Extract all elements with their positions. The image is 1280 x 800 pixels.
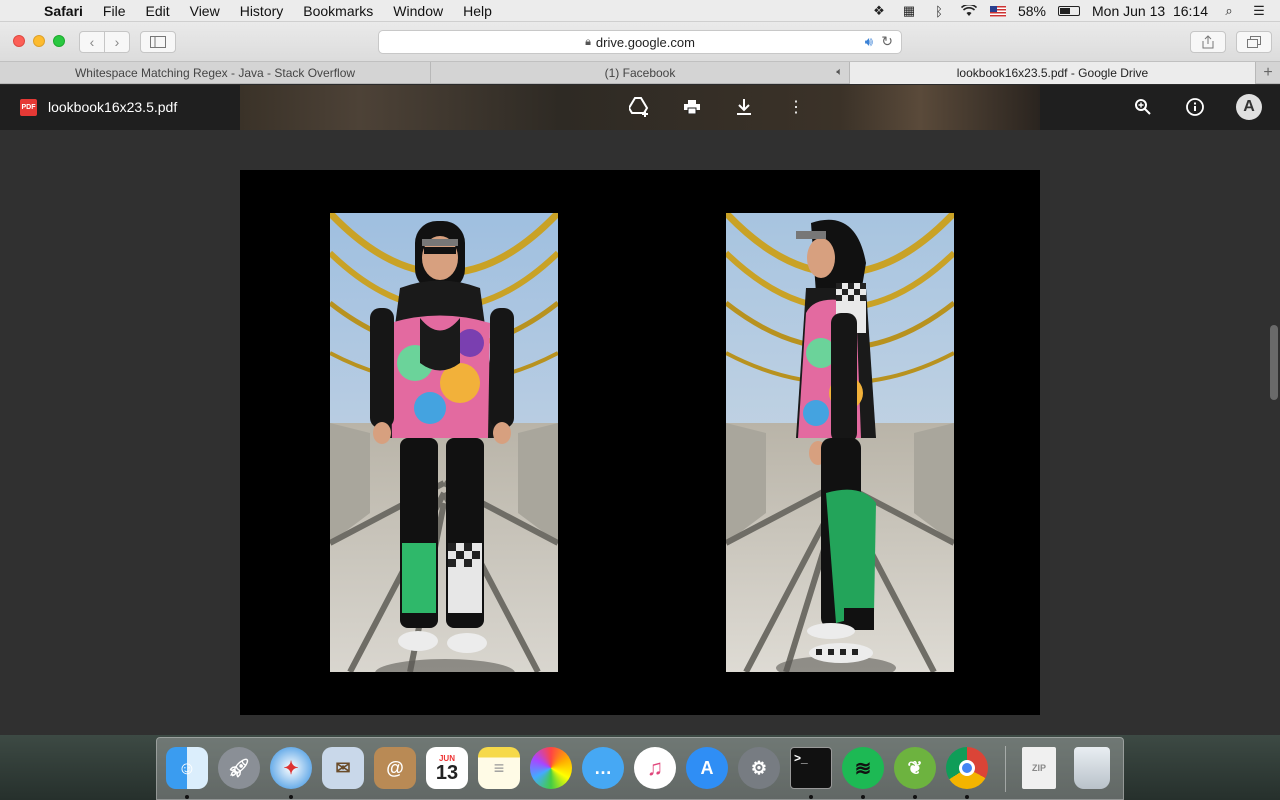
info-icon[interactable] (1183, 95, 1207, 119)
clock[interactable]: Mon Jun 13 16:14 (1092, 3, 1208, 19)
share-button[interactable] (1190, 31, 1226, 53)
menu-view[interactable]: View (180, 3, 230, 19)
sidebar-icon (150, 36, 166, 48)
system-preferences-icon[interactable]: ⚙ (738, 747, 780, 789)
dock-separator (1005, 746, 1006, 792)
address-bar[interactable]: 🔒︎ drive.google.com 🔊︎ ↻ (378, 30, 902, 54)
print-icon[interactable] (680, 95, 704, 119)
running-indicator (965, 795, 969, 799)
safari-icon[interactable]: ✦ (270, 747, 312, 789)
file-name: lookbook16x23.5.pdf (48, 99, 178, 115)
running-indicator (185, 795, 189, 799)
dropbox-icon[interactable]: ❖ (870, 3, 888, 19)
tab-title: lookbook16x23.5.pdf - Google Drive (956, 66, 1149, 80)
tab-stackoverflow[interactable]: Whitespace Matching Regex - Java - Stack… (0, 62, 431, 84)
chrome-icon[interactable] (946, 747, 988, 789)
battery-level (1060, 8, 1071, 14)
menu-bar: Safari File Edit View History Bookmarks … (0, 0, 1280, 22)
contacts-icon[interactable]: @ (374, 747, 416, 789)
notification-center-icon[interactable]: ☰ (1250, 3, 1268, 19)
tab-overview-button[interactable] (1236, 31, 1272, 53)
sidebar-toggle-button[interactable] (140, 31, 176, 53)
more-vert-icon[interactable]: ⋮ (784, 95, 808, 119)
tab-bar: Whitespace Matching Regex - Java - Stack… (0, 62, 1280, 84)
itunes-icon[interactable]: ♫ (634, 747, 676, 789)
browser-toolbar: ‹ › 🔒︎ drive.google.com 🔊︎ ↻ (0, 22, 1280, 62)
zip-archive-icon[interactable]: ZIP (1022, 747, 1056, 789)
chrome-center (959, 760, 975, 776)
pdf-viewer-canvas[interactable] (0, 130, 1280, 735)
notes-icon[interactable]: ≡ (478, 747, 520, 789)
account-avatar[interactable]: A (1236, 94, 1262, 120)
spotify-icon[interactable]: ≋ (842, 747, 884, 789)
running-indicator (861, 795, 865, 799)
messages-icon[interactable]: … (582, 747, 624, 789)
zoom-in-icon[interactable] (1131, 95, 1155, 119)
tab-title: Whitespace Matching Regex - Java - Stack… (74, 66, 356, 80)
battery-icon[interactable] (1058, 6, 1081, 16)
tab-title: (1) Facebook (604, 66, 676, 80)
menu-history[interactable]: History (230, 3, 294, 19)
reload-icon[interactable]: ↻ (881, 33, 893, 50)
calendar-day: 13 (435, 761, 459, 784)
spotlight-search-icon[interactable]: ⌕ (1220, 3, 1238, 19)
new-tab-button[interactable]: + (1256, 62, 1280, 83)
bluetooth-icon[interactable]: ᛒ (930, 3, 948, 19)
wifi-icon[interactable] (960, 3, 978, 19)
spring-tool-suite-icon[interactable]: ❦ (894, 747, 936, 789)
launchpad-icon[interactable]: 🚀︎ (218, 747, 260, 789)
drive-viewer-header: PDF lookbook16x23.5.pdf ⋮ (0, 85, 1280, 130)
mail-icon[interactable]: ✉ (322, 747, 364, 789)
tab-audio-icon[interactable]: 🔈︎ (836, 66, 843, 79)
pdf-file-icon: PDF (20, 99, 37, 116)
window-minimize-button[interactable] (33, 35, 45, 47)
running-indicator (913, 795, 917, 799)
menu-bookmarks[interactable]: Bookmarks (293, 3, 383, 19)
running-indicator (809, 795, 813, 799)
vertical-scrollbar[interactable] (1270, 325, 1278, 400)
lookbook-photo-front (330, 213, 558, 672)
lookbook-photo-side (726, 213, 954, 672)
window-close-button[interactable] (13, 35, 25, 47)
menu-file[interactable]: File (93, 3, 136, 19)
terminal-icon[interactable]: >_ (790, 747, 832, 789)
keyboard-icon[interactable]: ▦ (900, 3, 918, 19)
lock-icon: 🔒︎ (585, 35, 591, 48)
battery-percent[interactable]: 58% (1018, 3, 1046, 19)
audio-playing-icon[interactable]: 🔊︎ (865, 34, 873, 50)
menu-edit[interactable]: Edit (135, 3, 179, 19)
download-icon[interactable] (732, 95, 756, 119)
finder-icon[interactable]: ☺ (166, 747, 208, 789)
trash-icon[interactable] (1074, 747, 1110, 789)
window-zoom-button[interactable] (53, 35, 65, 47)
input-source-flag-icon[interactable] (989, 5, 1006, 17)
tabs-icon (1247, 36, 1261, 48)
add-to-drive-icon[interactable] (628, 95, 652, 119)
calendar-icon[interactable]: JUN 13 (426, 747, 468, 789)
address-url: drive.google.com (595, 34, 695, 50)
tab-facebook[interactable]: (1) Facebook 🔈︎ (431, 62, 850, 84)
pdf-page (240, 170, 1040, 715)
forward-button[interactable]: › (104, 31, 130, 53)
menu-help[interactable]: Help (453, 3, 502, 19)
back-button[interactable]: ‹ (79, 31, 105, 53)
menu-window[interactable]: Window (383, 3, 453, 19)
menu-app-name[interactable]: Safari (40, 3, 93, 19)
dock: ☺ 🚀︎ ✦ ✉ @ JUN 13 ≡ … ♫ A ⚙ >_ ≋ ❦ ZIP (156, 737, 1124, 800)
tab-google-drive[interactable]: lookbook16x23.5.pdf - Google Drive (850, 62, 1256, 84)
running-indicator (289, 795, 293, 799)
app-store-icon[interactable]: A (686, 747, 728, 789)
share-icon (1202, 35, 1214, 49)
photos-icon[interactable] (530, 747, 572, 789)
